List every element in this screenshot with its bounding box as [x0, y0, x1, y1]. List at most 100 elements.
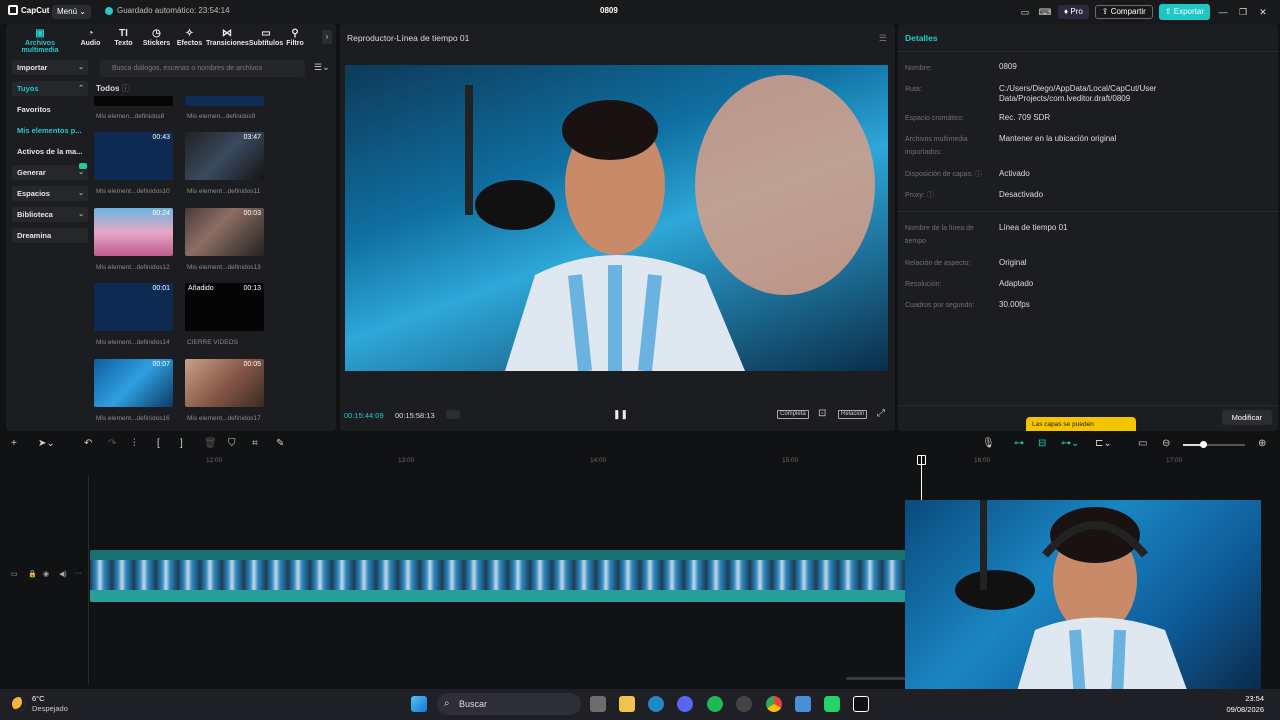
redo-icon[interactable]: ↷ — [108, 438, 116, 449]
eye-icon[interactable]: ◉ — [43, 570, 49, 578]
tab-text[interactable]: TI Texto — [107, 26, 140, 52]
tab-subtitles[interactable]: ▭ Subtítulos — [248, 26, 284, 52]
detail-label: Nombre de la línea de tiempo — [905, 225, 974, 245]
discord-icon[interactable] — [677, 696, 693, 712]
notepad-icon[interactable] — [795, 696, 811, 712]
sidebar-item-yours[interactable]: Tuyos ⌃ — [12, 81, 88, 96]
timeline-preview-icon[interactable] — [446, 410, 460, 419]
sidebar-item-generate[interactable]: Generar ⌄ — [12, 163, 88, 180]
timeline-ruler[interactable]: 12:00 13:00 14:00 15:00 16:00 17:00 — [88, 456, 1280, 468]
maximize-icon[interactable]: ❐ — [1236, 7, 1250, 18]
zoom-slider-handle[interactable] — [1200, 441, 1207, 448]
file-explorer-icon[interactable] — [619, 696, 635, 712]
media-thumb[interactable] — [94, 96, 173, 106]
delete-icon[interactable]: 🗑 — [204, 438, 217, 449]
more-icon[interactable]: ··· — [75, 570, 82, 577]
tabs-next-button[interactable]: › — [322, 30, 332, 44]
quality-button[interactable]: Completa — [777, 410, 809, 419]
spotify-icon[interactable] — [707, 696, 723, 712]
fullscreen-icon[interactable]: ⤢ — [877, 408, 885, 419]
media-thumb[interactable]: 00:05 — [185, 359, 264, 407]
keyboard-icon[interactable]: ⌨ — [1038, 7, 1052, 18]
sidebar-item-spaces[interactable]: Espacios ⌄ — [12, 186, 88, 201]
sidebar-item-favorites[interactable]: Favoritos — [12, 102, 88, 117]
timeline-scrollbar[interactable] — [846, 677, 906, 680]
search-placeholder: Busca diálogos, escenas o nombres de arc… — [112, 65, 263, 72]
tab-audio[interactable]: ◔ Audio — [74, 26, 107, 52]
pro-button[interactable]: ♦ Pro — [1058, 5, 1089, 19]
media-thumb[interactable]: 03:47 — [185, 132, 264, 180]
app-icon[interactable] — [736, 696, 752, 712]
media-thumb[interactable]: 00:07 — [94, 359, 173, 407]
snap-icon[interactable]: ⊶⌄ — [1061, 438, 1079, 449]
sidebar-item-my-elements[interactable]: Mis elementos p... — [12, 123, 88, 138]
text-icon: TI — [119, 28, 128, 39]
audio-toggle-icon[interactable]: ◀) — [59, 570, 67, 578]
close-icon[interactable]: ✕ — [1256, 7, 1270, 18]
screen-icon[interactable]: ▭ — [1138, 438, 1147, 449]
trim-right-icon[interactable]: ] — [180, 438, 183, 449]
media-caption: Mis element...definidos16 — [96, 415, 170, 422]
windows-start-icon[interactable] — [411, 696, 427, 712]
sidebar-item-library[interactable]: Biblioteca ⌄ — [12, 207, 88, 222]
select-tool-icon[interactable]: ➤⌄ — [38, 438, 55, 449]
windows-taskbar: 6°C Despejado ⌕ Buscar 23:54 09/08/2026 — [0, 689, 1280, 720]
media-thumb[interactable]: 00:01 — [94, 283, 173, 331]
magnet-icon[interactable]: ⊟ — [1038, 438, 1046, 449]
media-thumb[interactable] — [185, 96, 264, 106]
tab-stickers[interactable]: ◷ Stickers — [140, 26, 173, 52]
add-track-icon[interactable]: + — [11, 438, 17, 449]
preview-axis-icon[interactable]: ⊏⌄ — [1095, 438, 1112, 449]
sidebar-item-brand-assets[interactable]: Activos de la ma... — [12, 144, 88, 159]
tab-media[interactable]: ▣ Archivos multimedia — [6, 26, 74, 54]
share-button[interactable]: ⇪ Compartir — [1094, 5, 1153, 19]
zoom-out-icon[interactable]: ⊖ — [1162, 438, 1170, 449]
cover-icon[interactable]: ▭ — [11, 570, 18, 578]
whatsapp-icon[interactable] — [824, 696, 840, 712]
sidebar-item-import[interactable]: Importar ⌄ — [12, 60, 88, 75]
media-search-input[interactable]: Busca diálogos, escenas o nombres de arc… — [100, 60, 305, 77]
tab-filter[interactable]: ⚲ Filtro — [284, 26, 306, 52]
minimize-icon[interactable]: — — [1216, 7, 1230, 17]
lock-icon[interactable]: 🔒 — [28, 570, 37, 578]
pause-icon[interactable]: ❚❚ — [613, 409, 628, 420]
video-clip[interactable] — [90, 550, 906, 602]
chevron-down-icon: ⌄ — [78, 190, 84, 197]
tab-transitions[interactable]: ⋈ Transiciones — [206, 26, 249, 52]
media-thumb[interactable]: 00:24 — [94, 208, 173, 256]
microphone-icon[interactable]: 🎙 — [982, 438, 995, 449]
crop-icon[interactable]: ⌗ — [252, 438, 258, 449]
shield-icon[interactable]: ⛉ — [228, 438, 236, 449]
split-icon[interactable]: ⫶ — [133, 438, 136, 449]
ratio-button[interactable]: Relación — [838, 410, 868, 419]
export-button[interactable]: ⇧ Exportar — [1158, 4, 1210, 20]
trim-left-icon[interactable]: [ — [157, 438, 160, 449]
menu-button[interactable]: Menú ⌄ — [52, 5, 91, 19]
capcut-icon[interactable] — [853, 696, 869, 712]
player-panel: Reproductor-Línea de tiempo 01 ☰ 00:15:4… — [340, 24, 895, 431]
tab-effects[interactable]: ✧ Efectos — [173, 26, 206, 52]
modify-button[interactable]: Modificar — [1221, 410, 1272, 425]
player-menu-icon[interactable]: ☰ — [879, 33, 887, 44]
sidebar-item-dreamina[interactable]: Dreamina — [12, 228, 88, 243]
sort-icon[interactable]: ☰⌄ — [314, 62, 330, 73]
fit-icon[interactable]: ⊡ — [818, 408, 826, 419]
chrome-icon[interactable] — [766, 696, 782, 712]
link-icon[interactable]: ⊶ — [1014, 438, 1024, 449]
media-thumb[interactable]: 00:43 — [94, 132, 173, 180]
video-preview[interactable] — [345, 65, 888, 371]
taskbar-search[interactable]: ⌕ Buscar — [437, 693, 581, 715]
autosave-icon — [105, 6, 113, 15]
system-clock[interactable]: 23:54 09/08/2026 — [1226, 693, 1264, 715]
weather-widget[interactable]: 6°C Despejado — [12, 694, 68, 714]
undo-icon[interactable]: ↶ — [84, 438, 92, 449]
layout-icon[interactable]: ▭ — [1018, 7, 1032, 18]
info-icon: ⓘ — [121, 84, 130, 93]
media-thumb[interactable]: 00:03 — [185, 208, 264, 256]
zoom-in-icon[interactable]: ⊕ — [1258, 438, 1266, 449]
magic-icon[interactable]: ✎ — [276, 438, 284, 449]
task-view-icon[interactable] — [590, 696, 606, 712]
playhead-handle[interactable] — [917, 455, 926, 465]
edge-icon[interactable] — [648, 696, 664, 712]
media-thumb[interactable]: Añadido 00:13 — [185, 283, 264, 331]
